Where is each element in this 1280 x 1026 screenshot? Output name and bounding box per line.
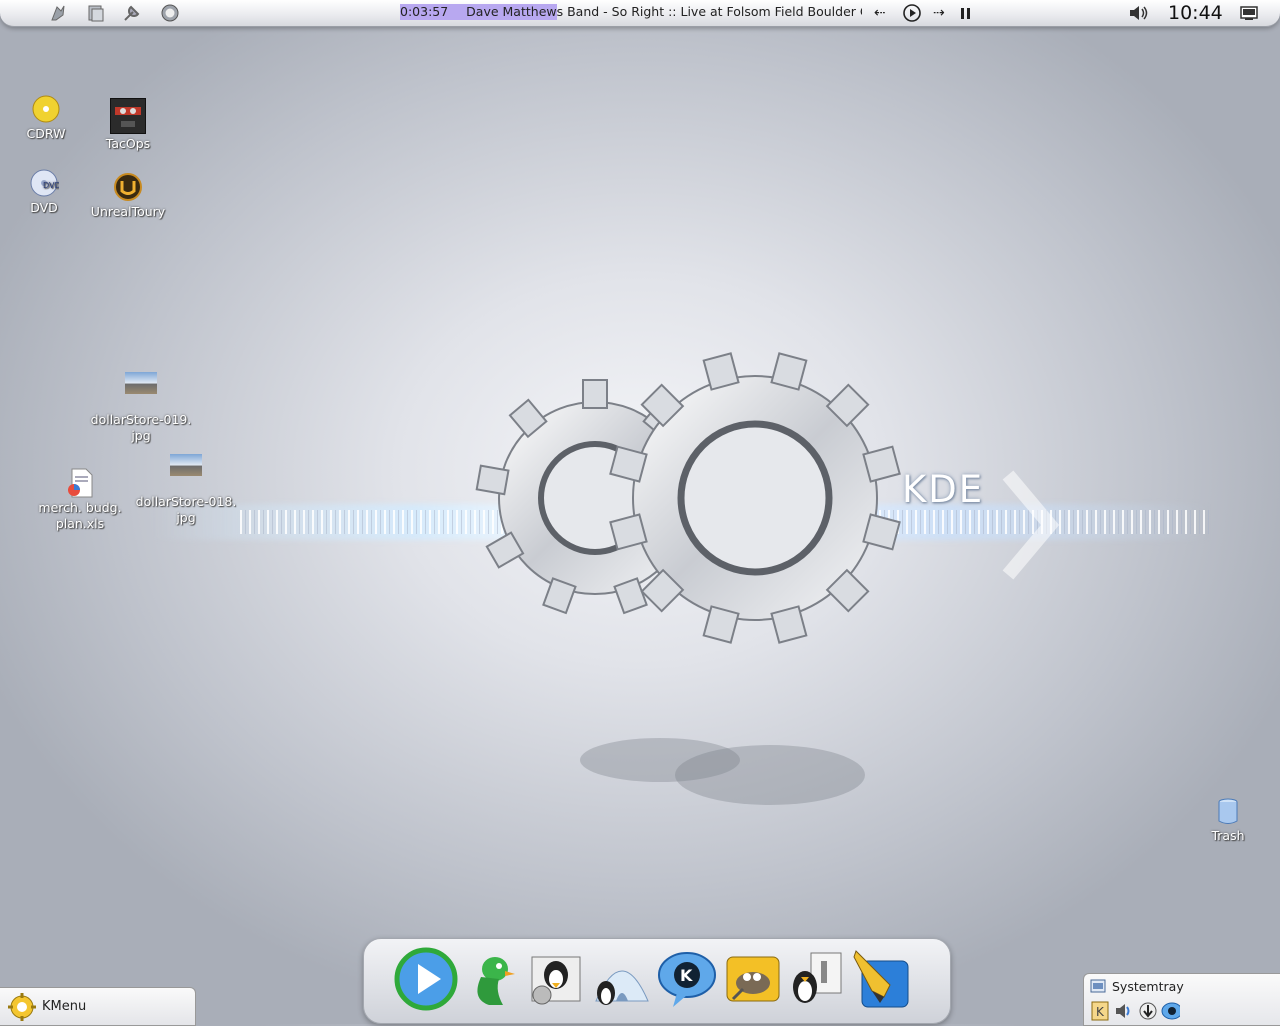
desktop-icon-label: dollarStore-018. jpg [135, 494, 237, 525]
text-editor-pen-icon[interactable] [850, 947, 914, 1011]
track-elapsed: 0:03:57 [400, 4, 449, 19]
kmenu-label: KMenu [42, 999, 87, 1014]
kde-tray-icon[interactable]: K [1090, 1001, 1110, 1021]
top-panel: 0:03:57 Dave Matthews Band - So Right ::… [0, 0, 1280, 27]
media-player-icon[interactable] [394, 947, 458, 1011]
launcher-konqueror-icon[interactable] [48, 3, 68, 23]
volume-tray-icon[interactable] [1114, 1001, 1134, 1021]
desktop-icon-tacops[interactable]: TacOps [96, 98, 160, 152]
clock[interactable]: 10:44 [1168, 1, 1223, 25]
gaim-messenger-icon[interactable] [459, 947, 523, 1011]
desktop-icon-label: UnrealToury [90, 204, 166, 219]
desktop-icon-unreal[interactable]: UnrealToury [90, 172, 166, 220]
pause-button[interactable] [958, 3, 974, 21]
unreal-tournament-icon [113, 172, 143, 202]
kde-help-chat-icon[interactable]: K [655, 947, 719, 1011]
svg-text:DVD: DVD [43, 181, 59, 190]
now-playing-ticker[interactable]: 0:03:57 Dave Matthews Band - So Right ::… [400, 4, 862, 20]
image-thumbnail-icon [170, 454, 202, 476]
launcher-files-icon[interactable] [86, 3, 106, 23]
desktop-switch-icon[interactable] [1239, 3, 1259, 23]
track-title: Dave Matthews Band - So Right :: Live at… [466, 4, 862, 19]
logo-shadow [580, 738, 865, 805]
dvd-icon: DVD [29, 168, 61, 198]
gimp-icon[interactable] [721, 947, 785, 1011]
app-dock: K [363, 938, 951, 1024]
kmenu-button[interactable]: KMenu [0, 987, 196, 1026]
launcher-tools-icon[interactable] [122, 3, 142, 23]
systemtray-icon [1090, 979, 1106, 993]
tacops-icon [110, 98, 146, 134]
kopete-igloo-icon[interactable] [590, 947, 654, 1011]
desktop-icon-merch-budget[interactable]: merch. budg. plan.xls [34, 436, 126, 548]
desktop-icon-label: TacOps [105, 136, 151, 151]
desktop-icon-label: merch. budg. plan.xls [38, 500, 122, 531]
desktop-icon-label: CDRW [26, 126, 66, 141]
spreadsheet-icon [66, 452, 94, 498]
svg-text:K: K [680, 966, 693, 985]
desktop-icon-dollarstore-018[interactable]: dollarStore-018. jpg [134, 438, 238, 542]
image-thumbnail-icon [125, 372, 157, 394]
desktop-icon-cdrw[interactable]: CDRW [16, 94, 76, 142]
kde-gears-logo [475, 352, 901, 644]
desktop-icon-label: Trash [1211, 828, 1245, 843]
desktop-icon-trash[interactable]: Trash [1204, 796, 1252, 844]
kde-control-center-icon[interactable] [785, 947, 849, 1011]
kmenu-gear-icon [8, 993, 36, 1021]
desktop-icon-dvd[interactable]: DVD DVD [16, 168, 72, 216]
systemtray-panel: Systemtray K [1083, 973, 1280, 1026]
launcher-shutdown-icon[interactable] [160, 3, 180, 23]
kopete-tray-icon[interactable] [1160, 1001, 1180, 1021]
cdrw-icon [31, 94, 61, 124]
previous-track-button[interactable]: ⇠ [874, 4, 886, 22]
svg-text:K: K [1096, 1005, 1105, 1019]
play-button[interactable] [902, 3, 922, 22]
kde-logo-text: KDE [902, 468, 985, 511]
download-tray-icon[interactable] [1138, 1001, 1158, 1021]
next-track-button[interactable]: ⇢ [933, 4, 945, 22]
trash-icon [1216, 796, 1240, 826]
systemtray-label: Systemtray [1112, 979, 1184, 994]
logo-chevron [1002, 470, 1060, 580]
volume-icon[interactable] [1128, 3, 1148, 23]
mail-client-icon[interactable] [524, 947, 588, 1011]
desktop-icon-label: DVD [30, 200, 58, 215]
